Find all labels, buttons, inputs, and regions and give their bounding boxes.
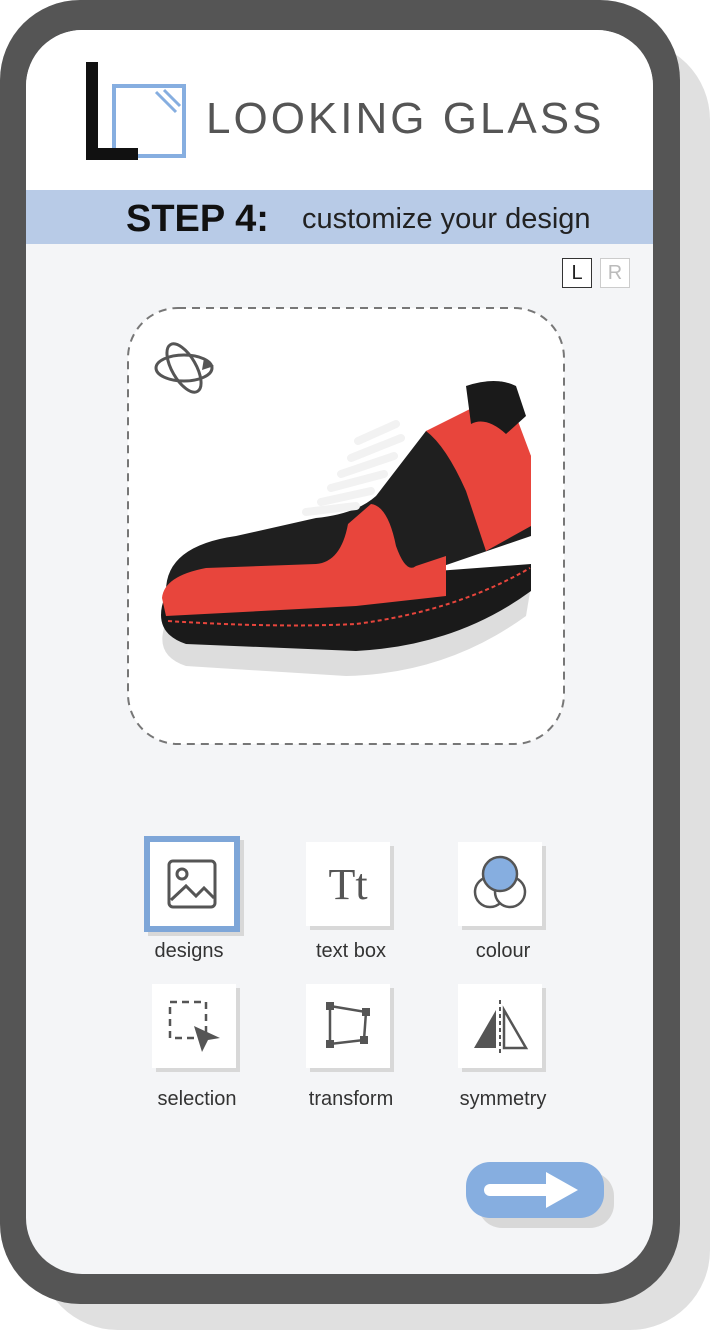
- image-icon: [167, 859, 217, 909]
- design-canvas[interactable]: [126, 306, 566, 746]
- tool-text-box-box[interactable]: Tt: [306, 842, 390, 926]
- tool-transform-box[interactable]: [306, 984, 390, 1068]
- right-shoe-toggle[interactable]: R: [600, 258, 630, 288]
- transform-icon: [326, 1002, 370, 1048]
- tool-designs[interactable]: designs: [144, 836, 240, 962]
- tool-transform-label: transform: [308, 1088, 394, 1110]
- tool-colour-box[interactable]: [458, 842, 542, 926]
- left-shoe-toggle[interactable]: L: [562, 258, 592, 288]
- tool-symmetry-label: symmetry: [459, 1088, 547, 1110]
- tool-selection-box[interactable]: [152, 984, 236, 1068]
- tool-symmetry-box[interactable]: [458, 984, 542, 1068]
- tool-selection-label: selection: [157, 1088, 237, 1110]
- tool-text-box[interactable]: Tt text box: [306, 842, 396, 962]
- selection-cursor-icon: [168, 1000, 220, 1052]
- step-title: customize your design: [302, 203, 591, 235]
- tool-designs-label: designs: [154, 940, 224, 962]
- app-screen: LOOKING GLASS STEP 4: customize your des…: [26, 30, 653, 1274]
- tool-transform[interactable]: transform: [306, 984, 396, 1110]
- looking-glass-logo: [86, 62, 186, 160]
- brand-name: LOOKING GLASS: [206, 94, 605, 143]
- tool-designs-box[interactable]: [144, 836, 240, 932]
- color-circles-icon: [473, 855, 527, 909]
- tool-selection[interactable]: selection: [152, 984, 242, 1110]
- step-banner: STEP 4: customize your design: [26, 190, 653, 244]
- arrow-right-icon: [484, 1172, 578, 1208]
- tool-symmetry[interactable]: symmetry: [458, 984, 548, 1110]
- app-header: LOOKING GLASS: [26, 30, 653, 190]
- step-number: STEP 4:: [126, 198, 269, 240]
- tool-colour[interactable]: colour: [458, 842, 548, 962]
- next-button[interactable]: [466, 1162, 604, 1218]
- symmetry-icon: [474, 1000, 529, 1054]
- text-tt-icon: Tt: [328, 859, 368, 909]
- tool-text-box-label: text box: [315, 940, 387, 962]
- tool-colour-label: colour: [475, 940, 531, 962]
